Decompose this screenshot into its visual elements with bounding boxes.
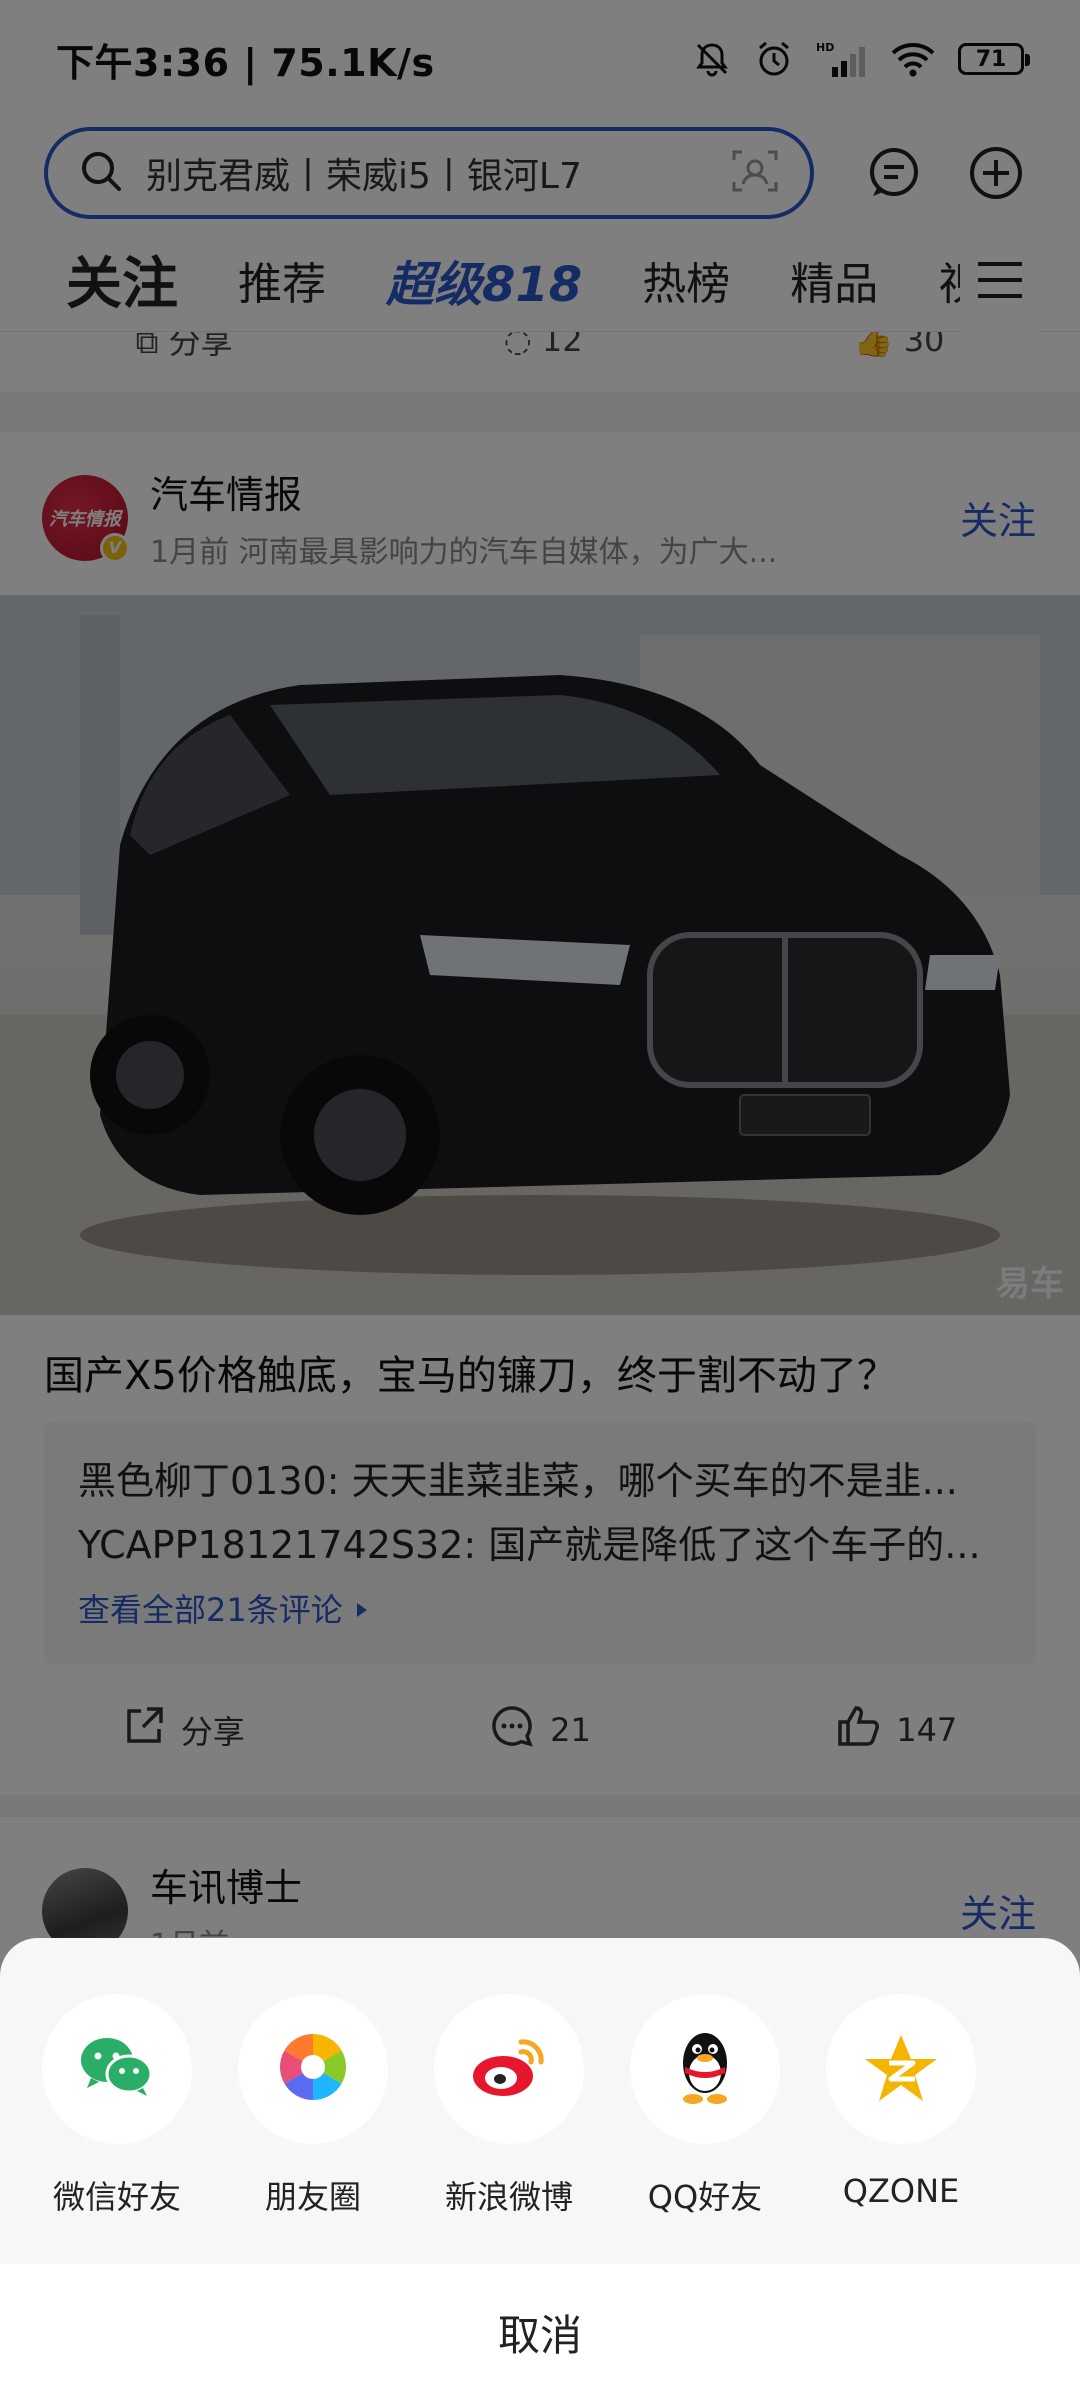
share-options: 微信好友 朋友圈 新浪微博 QQ好友 QZONE [0, 1938, 1080, 2218]
share-qq-button[interactable] [630, 1994, 780, 2144]
share-option-label: 朋友圈 [264, 2178, 361, 2216]
share-sheet: 微信好友 朋友圈 新浪微博 QQ好友 QZONE 取消 [0, 1938, 1080, 2400]
share-moments-button[interactable] [238, 1994, 388, 2144]
share-wechat-friend[interactable]: 微信好友 [42, 1994, 192, 2218]
share-weibo[interactable]: 新浪微博 [434, 1994, 584, 2218]
weibo-icon [469, 2032, 549, 2106]
moments-icon [276, 2030, 350, 2108]
share-wechat-button[interactable] [42, 1994, 192, 2144]
qq-icon [675, 2027, 735, 2111]
qzone-icon [863, 2031, 939, 2107]
share-weibo-button[interactable] [434, 1994, 584, 2144]
share-qzone-button[interactable] [826, 1994, 976, 2144]
wechat-icon [77, 2032, 157, 2106]
share-option-label: 微信好友 [52, 2178, 181, 2216]
share-qq-friend[interactable]: QQ好友 [630, 1994, 780, 2218]
share-qzone[interactable]: QZONE [826, 1994, 976, 2218]
cancel-button[interactable]: 取消 [0, 2264, 1080, 2400]
share-moments[interactable]: 朋友圈 [238, 1994, 388, 2218]
share-option-label: QQ好友 [647, 2178, 763, 2216]
share-option-label: 新浪微博 [444, 2178, 573, 2216]
share-option-label: QZONE [842, 2172, 960, 2210]
